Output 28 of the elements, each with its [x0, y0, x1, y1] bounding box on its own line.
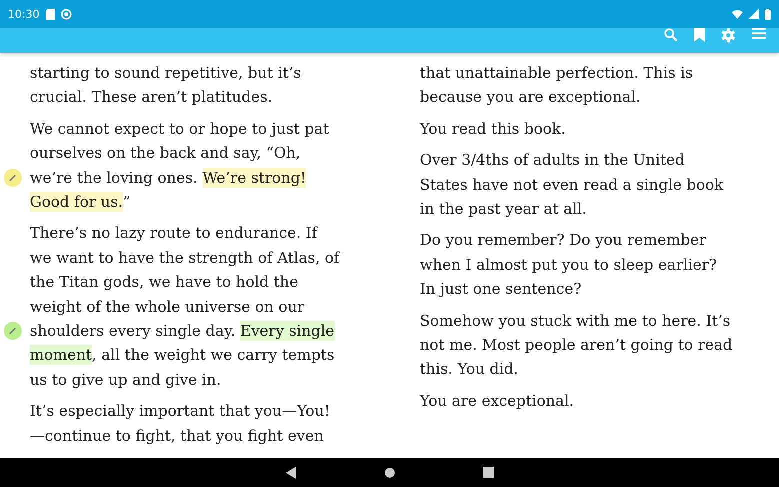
paragraph: You are exceptional. — [420, 390, 576, 412]
status-time: 10:30 — [8, 8, 40, 20]
paragraph: starting to sound repetitive, but it’s crucial. These aren’t platitudes. — [30, 63, 302, 108]
sd-card-icon — [46, 8, 55, 20]
battery-icon — [765, 8, 771, 20]
search-icon[interactable] — [664, 28, 678, 42]
paragraph: We cannot expect to or hope to just pat ourselves on the back and say, “Oh, we’re the loving ones. We’re strong! Good for us.” — [30, 116, 390, 214]
note-pencil-icon[interactable] — [4, 322, 22, 340]
menu-icon[interactable] — [752, 28, 766, 39]
home-icon[interactable] — [384, 466, 396, 478]
paragraph: Over 3/4ths of adults in the United States have not even read a single book in the past year at all. — [420, 150, 725, 220]
note-pencil-icon[interactable] — [4, 168, 22, 187]
paragraph: You read this book. — [420, 118, 567, 140]
back-icon[interactable] — [285, 466, 297, 478]
paragraph: that unattainable perfection. This is because you are exceptional. — [420, 63, 694, 108]
text-highlight[interactable]: Every single — [240, 321, 335, 342]
wifi-icon — [732, 10, 743, 18]
text-highlight[interactable]: We’re strong! — [202, 168, 306, 188]
circle-icon — [60, 8, 72, 20]
settings-icon[interactable] — [721, 28, 736, 43]
paragraph: There’s no lazy route to endurance. If we want to have the strength of Atlas, of the Titan gods, we have to hold the weight of the whole universe on our shoulders every single day. Every single moment, all the weight we carry tempts us to give up and give in. — [30, 221, 390, 392]
paragraph: Somehow you stuck with me to here. It’s not me. Most people aren’t going to read this. You did. — [420, 310, 734, 380]
signal-icon — [749, 9, 759, 19]
paragraph: It’s especially important that you—You! —continue to fight, that you fight even — [30, 401, 332, 447]
bookmark-icon[interactable] — [694, 28, 705, 42]
text-highlight[interactable]: moment — [30, 345, 92, 366]
text-highlight[interactable]: Good for us. — [30, 192, 124, 212]
paragraph: Do you remember? Do you remember when I almost put you to sleep earlier? In just one sentence? — [420, 230, 718, 300]
